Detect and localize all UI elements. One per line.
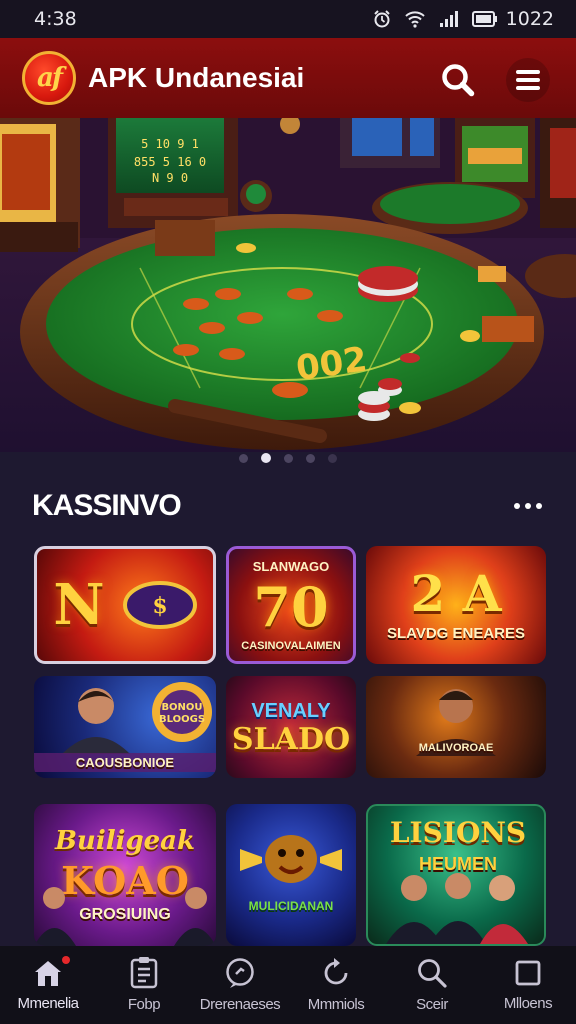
home-icon xyxy=(35,961,61,986)
nav-label: Fobp xyxy=(127,996,161,1013)
game-tile-subtitle: Builigeak xyxy=(54,826,196,856)
nav-item-search[interactable]: Sceir xyxy=(384,946,480,1024)
nav-label: Drerenaeses xyxy=(199,996,281,1013)
host-portrait-icon xyxy=(34,887,216,946)
game-tile[interactable]: LISIONS HEUMEN xyxy=(366,804,546,946)
notification-dot xyxy=(62,956,70,964)
game-tile-title: 70 xyxy=(253,574,329,639)
game-tile-caption: SLAVDG ENEARES xyxy=(386,624,526,642)
signal-icon xyxy=(439,11,458,27)
nav-item-home[interactable]: Mmenelia xyxy=(0,946,96,1024)
game-tile[interactable]: Builigeak KOAO GROSIUING xyxy=(34,804,216,946)
refresh-icon xyxy=(324,958,348,985)
game-tile-title: SLADO xyxy=(231,721,351,757)
carousel-dot[interactable] xyxy=(306,453,315,463)
section-header: KASSINVO xyxy=(32,486,548,526)
carousel-dot[interactable] xyxy=(328,453,337,463)
status-icons: 1022 xyxy=(372,8,554,30)
svg-text:N 9 0: N 9 0 xyxy=(152,171,188,185)
hamburger-menu-icon xyxy=(516,70,540,90)
nav-item-fobp[interactable]: Fobp xyxy=(96,946,192,1024)
game-tile[interactable]: SLANWAGO 70 CASINOVALAIMEN xyxy=(226,546,356,664)
hero-banner[interactable]: 5 10 9 1 855 5 16 0 N 9 0 002 xyxy=(0,118,576,452)
search-icon xyxy=(418,959,447,988)
carousel-indicator xyxy=(0,452,576,464)
status-bar: 4:38 1022 xyxy=(0,0,576,38)
game-tile-subtitle: LISIONS xyxy=(389,816,527,849)
game-tile-title: N xyxy=(53,572,105,638)
svg-text:5 10 9 1: 5 10 9 1 xyxy=(141,137,199,151)
nav-label: Sceir xyxy=(416,996,448,1013)
section-title: KASSINVO xyxy=(32,489,182,522)
header-search-button[interactable] xyxy=(436,58,480,102)
nav-label: Mmmiols xyxy=(307,996,365,1013)
game-tile[interactable]: MULICIDANAN xyxy=(226,804,356,946)
game-tile-subtitle: VENALY xyxy=(251,699,331,722)
casino-table-illustration: 5 10 9 1 855 5 16 0 N 9 0 002 xyxy=(0,118,576,452)
game-tile-caption: MULICIDANAN xyxy=(248,899,334,913)
header-menu-button[interactable] xyxy=(506,58,550,102)
game-tile-title: 2 A xyxy=(410,563,502,623)
nav-label: Mmenelia xyxy=(17,995,79,1012)
wifi-icon xyxy=(404,11,425,28)
status-time: 4:38 xyxy=(34,8,77,30)
game-tile-caption: CAOUSBONIOE xyxy=(34,753,216,772)
app-title: APK Undanesiai xyxy=(88,62,305,93)
battery-icon xyxy=(471,11,497,27)
game-tile[interactable]: 2 A SLAVDG ENEARES xyxy=(366,546,546,664)
host-portrait-icon xyxy=(386,873,528,944)
game-tile[interactable]: MALIVOROAE xyxy=(366,676,546,778)
clipboard-icon xyxy=(130,957,158,989)
svg-text:$: $ xyxy=(152,593,167,619)
nav-item-mlloens[interactable]: Mlloens xyxy=(480,946,576,1024)
mascot-icon xyxy=(240,835,342,883)
game-tile-caption: MALIVOROAE xyxy=(418,742,494,754)
game-tile[interactable]: VENALY SLADO xyxy=(226,676,356,778)
game-tile-caption: CASINOVALAIMEN xyxy=(241,639,341,652)
carousel-dot[interactable] xyxy=(239,453,248,463)
search-icon xyxy=(442,64,475,97)
game-tile-subtitle: SLANWAGO xyxy=(252,558,330,574)
nav-item-drerenaeses[interactable]: Drerenaeses xyxy=(192,946,288,1024)
bottom-navigation: Mmenelia Fobp Drerenaeses Mmmiols Sceir … xyxy=(0,946,576,1024)
alarm-icon xyxy=(373,10,390,28)
status-clock: 1022 xyxy=(505,8,554,30)
chat-icon xyxy=(226,958,254,988)
more-options-icon[interactable] xyxy=(508,496,548,516)
host-portrait-icon: BONOU BLOOGS xyxy=(62,682,212,754)
carousel-dot[interactable] xyxy=(284,453,293,463)
nav-label: Mlloens xyxy=(503,995,553,1012)
game-tile[interactable]: BONOU BLOOGS CAOUSBONIOE xyxy=(34,676,216,778)
square-icon xyxy=(515,960,541,986)
svg-text:BLOOGS: BLOOGS xyxy=(159,714,205,725)
carousel-dot-active[interactable] xyxy=(261,453,271,463)
app-logo[interactable]: af xyxy=(22,51,76,105)
app-header: af APK Undanesiai xyxy=(0,38,576,118)
nav-item-mmmiols[interactable]: Mmmiols xyxy=(288,946,384,1024)
slot-badge-icon: $ xyxy=(122,581,197,629)
game-tile[interactable]: N $ xyxy=(34,546,216,664)
svg-text:855 5 16 0: 855 5 16 0 xyxy=(134,155,206,169)
svg-text:BONOU: BONOU xyxy=(161,702,202,713)
